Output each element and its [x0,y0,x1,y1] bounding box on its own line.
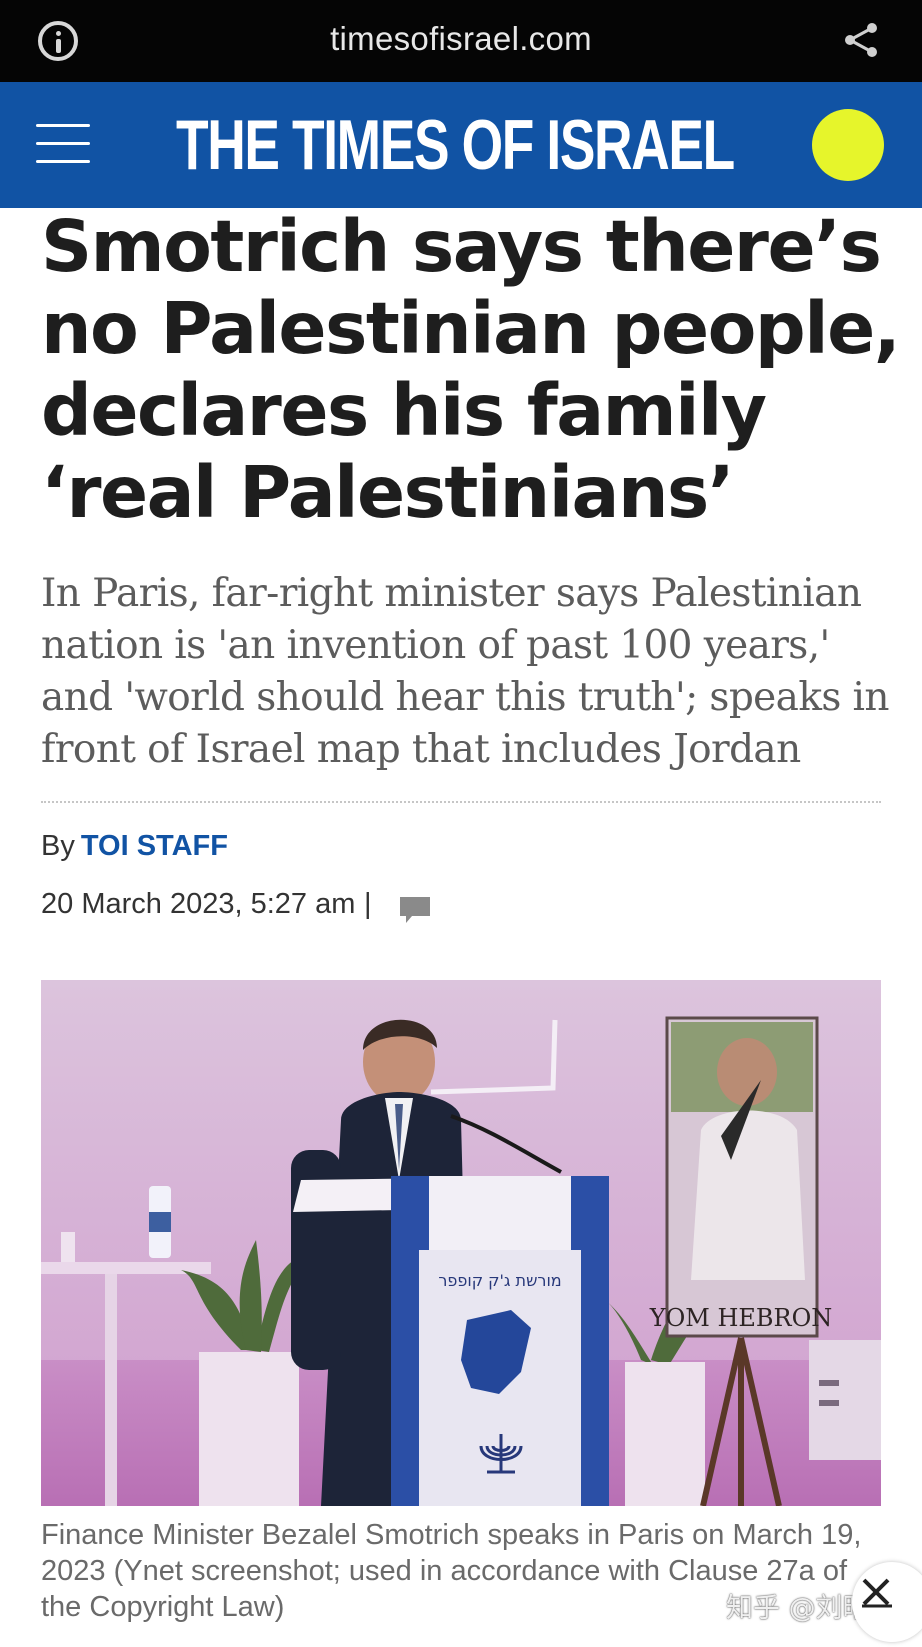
speech-scene-image: מורשת ג'ק קופפר YOM HEBRON [41,980,881,1506]
hamburger-menu-icon[interactable] [36,120,92,168]
page-url[interactable]: timesofisrael.com [0,20,922,58]
section-divider [41,801,881,803]
meta-separator: | [364,888,372,920]
article-photo[interactable]: מורשת ג'ק קופפר YOM HEBRON [41,980,881,1506]
browser-top-bar: timesofisrael.com [0,0,922,82]
share-icon[interactable] [841,20,881,60]
article-deck: In Paris, far-right minister says Palest… [41,571,890,772]
author-link[interactable]: TOI STAFF [81,830,228,862]
lectern-label: מורשת ג'ק קופפר [438,1271,561,1290]
site-logo[interactable]: THE TIMES OF ISRAEL [176,100,735,193]
byline-prefix: By [41,830,75,862]
article-headline: Smotrich says there’s no Palestinian peo… [41,205,901,534]
close-collapse-icon [862,1578,892,1608]
close-collapse-button[interactable] [852,1562,922,1642]
byline: By TOI STAFF [41,830,228,863]
poster-label: YOM HEBRON [649,1304,833,1332]
account-avatar[interactable] [812,109,884,181]
site-masthead: THE TIMES OF ISRAEL [0,82,922,208]
publish-date: 20 March 2023, 5:27 am [41,888,356,920]
comment-icon[interactable] [398,894,432,926]
